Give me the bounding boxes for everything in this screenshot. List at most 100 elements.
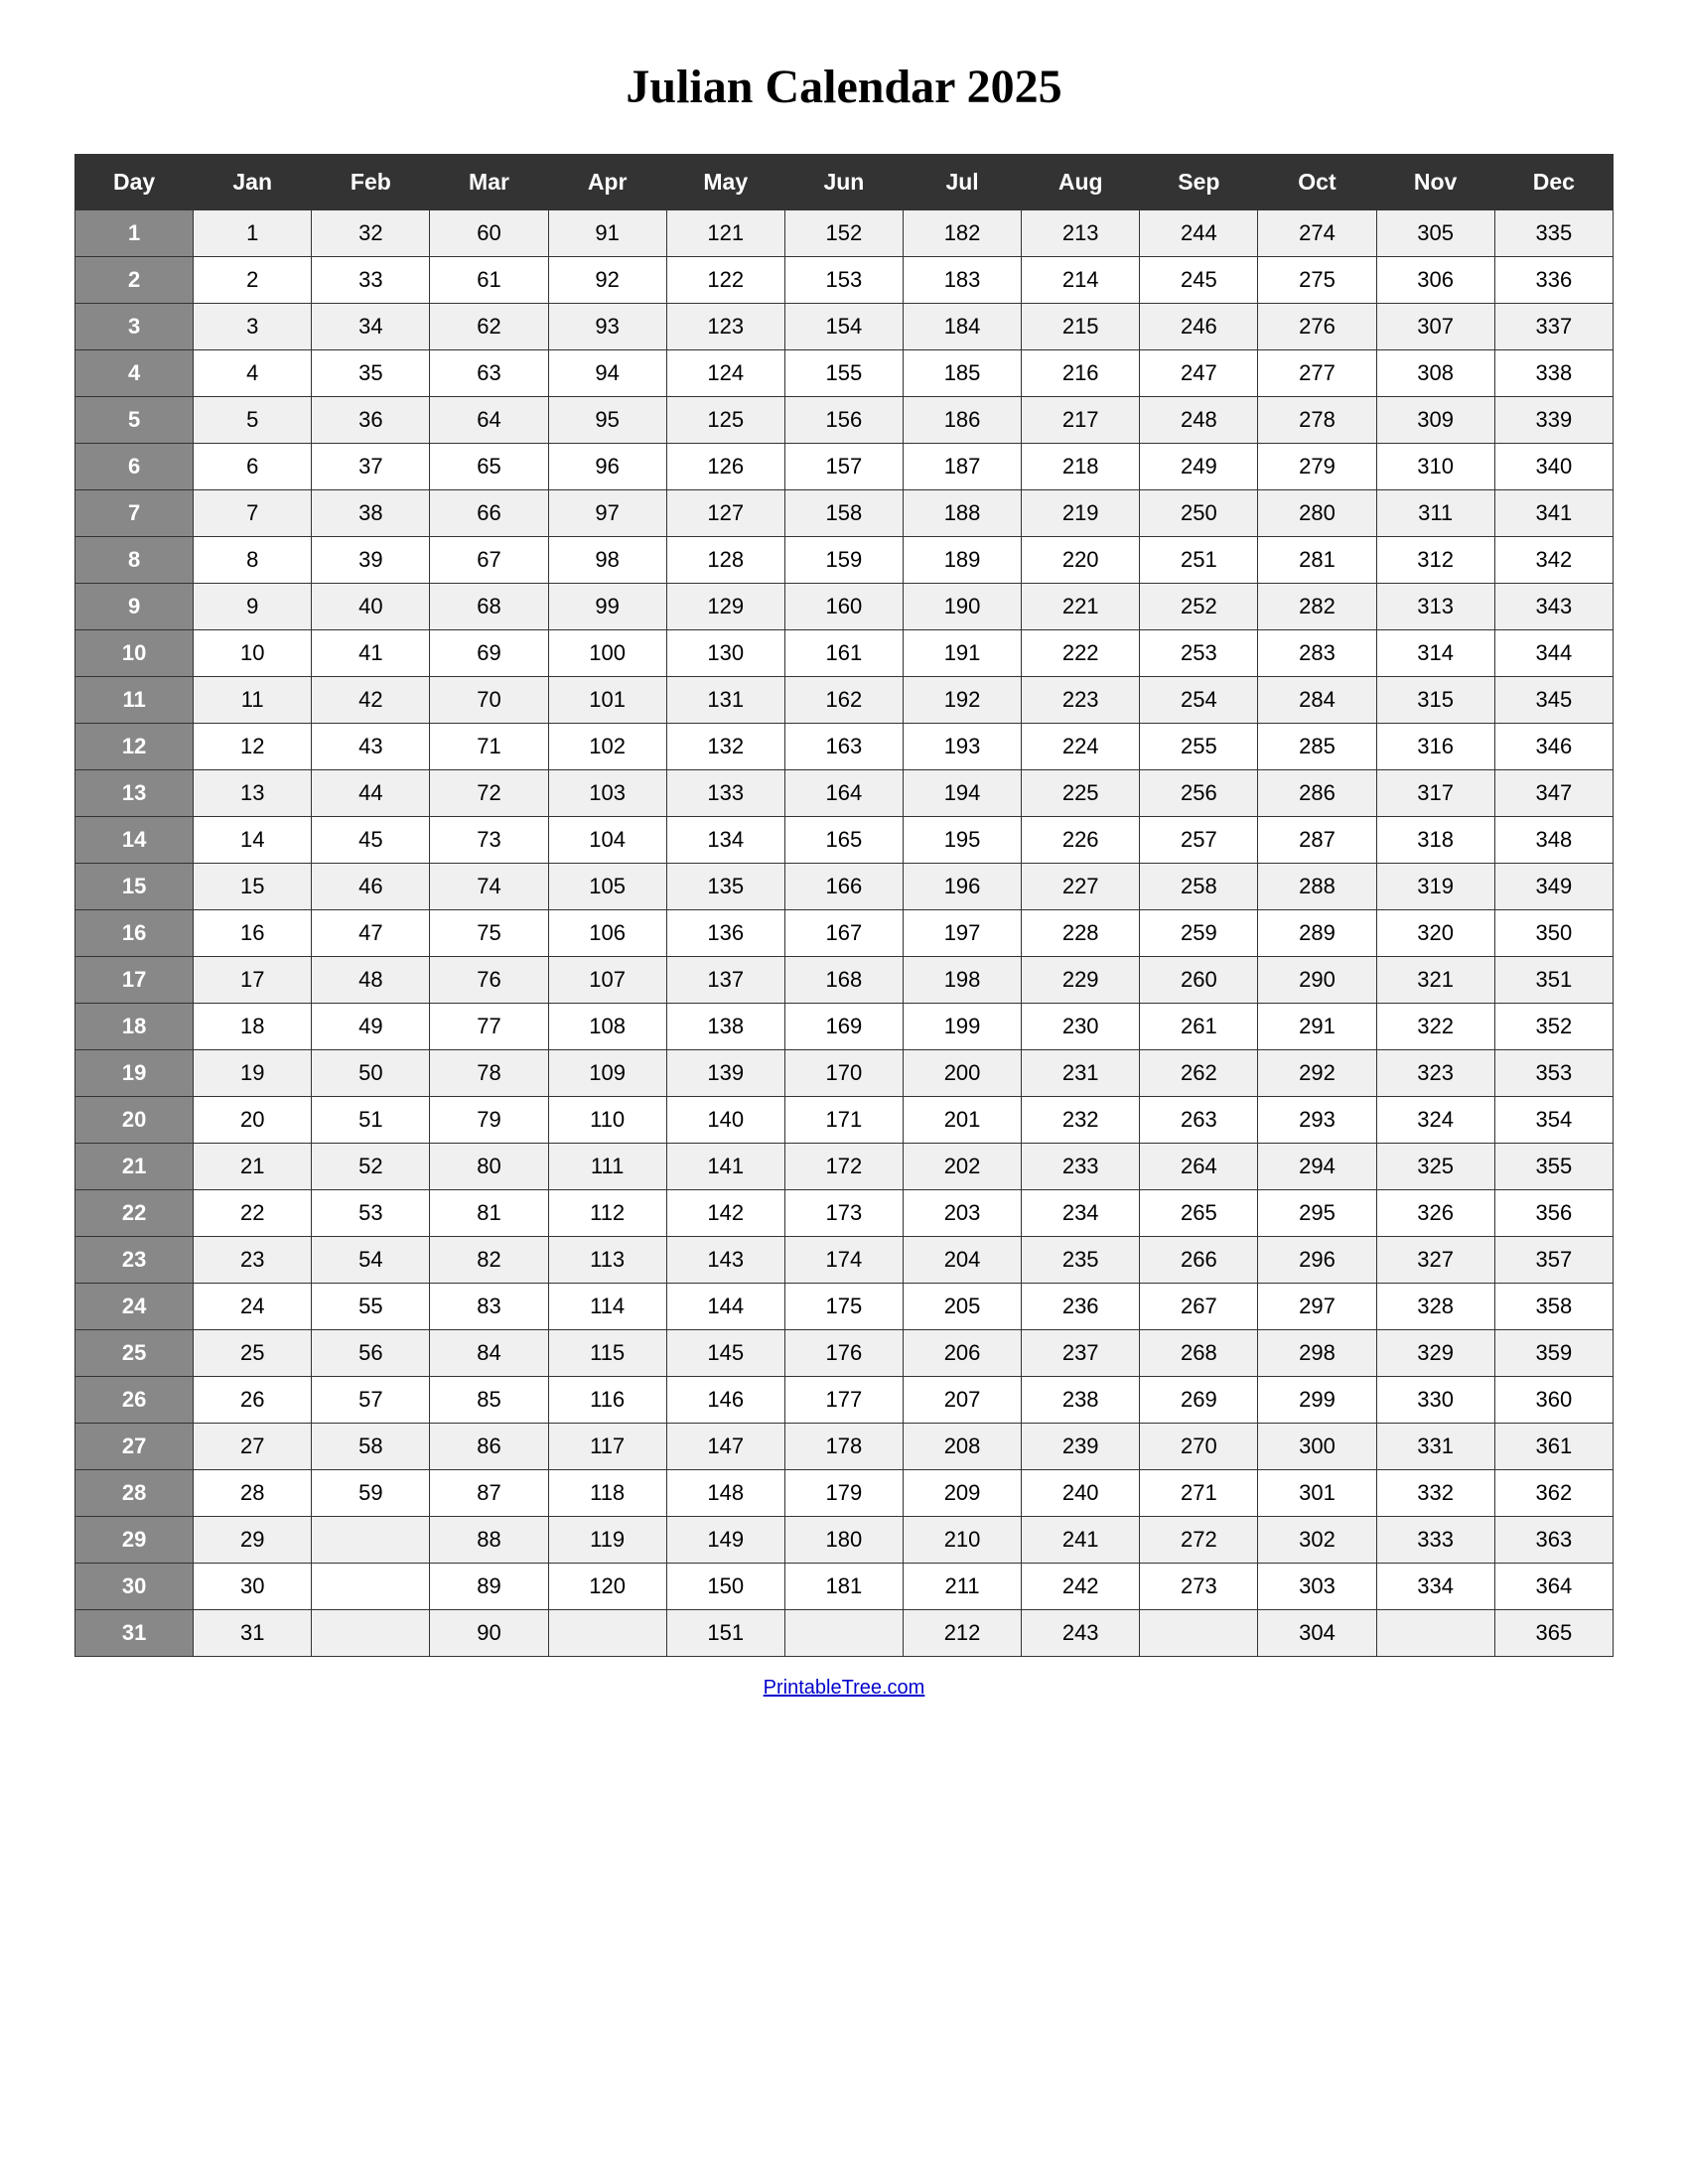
column-header-may: May [666,155,784,210]
julian-day-cell: 304 [1258,1610,1376,1657]
julian-day-cell: 177 [784,1377,903,1424]
julian-day-cell: 159 [784,537,903,584]
julian-day-cell: 262 [1140,1050,1258,1097]
julian-day-cell: 265 [1140,1190,1258,1237]
julian-day-cell: 301 [1258,1470,1376,1517]
julian-day-cell: 138 [666,1004,784,1050]
day-cell: 26 [75,1377,194,1424]
julian-day-cell: 135 [666,864,784,910]
julian-day-cell [1140,1610,1258,1657]
julian-day-cell: 74 [430,864,548,910]
julian-day-cell: 93 [548,304,666,350]
julian-day-cell: 70 [430,677,548,724]
julian-day-cell: 344 [1494,630,1613,677]
julian-day-cell: 288 [1258,864,1376,910]
julian-day-cell: 36 [312,397,430,444]
julian-day-cell: 2 [194,257,312,304]
julian-day-cell: 47 [312,910,430,957]
table-row: 292988119149180210241272302333363 [75,1517,1614,1564]
julian-day-cell: 173 [784,1190,903,1237]
julian-day-cell: 231 [1022,1050,1140,1097]
julian-day-cell: 237 [1022,1330,1140,1377]
julian-day-cell: 180 [784,1517,903,1564]
julian-day-cell: 328 [1376,1284,1494,1330]
column-header-jan: Jan [194,155,312,210]
julian-day-cell: 62 [430,304,548,350]
day-cell: 13 [75,770,194,817]
julian-day-cell: 106 [548,910,666,957]
table-row: 15154674105135166196227258288319349 [75,864,1614,910]
julian-day-cell: 46 [312,864,430,910]
julian-day-cell: 351 [1494,957,1613,1004]
julian-day-cell: 121 [666,210,784,257]
julian-day-cell: 267 [1140,1284,1258,1330]
julian-day-cell: 38 [312,490,430,537]
julian-day-cell: 178 [784,1424,903,1470]
julian-day-cell: 309 [1376,397,1494,444]
julian-day-cell: 85 [430,1377,548,1424]
julian-day-cell: 349 [1494,864,1613,910]
julian-day-cell: 311 [1376,490,1494,537]
julian-day-cell: 364 [1494,1564,1613,1610]
day-cell: 14 [75,817,194,864]
julian-day-cell: 33 [312,257,430,304]
julian-day-cell: 35 [312,350,430,397]
table-row: 66376596126157187218249279310340 [75,444,1614,490]
julian-day-cell: 289 [1258,910,1376,957]
julian-day-cell: 86 [430,1424,548,1470]
julian-day-cell: 207 [903,1377,1021,1424]
julian-day-cell: 238 [1022,1377,1140,1424]
julian-day-cell: 153 [784,257,903,304]
julian-day-cell: 188 [903,490,1021,537]
julian-day-cell: 114 [548,1284,666,1330]
julian-day-cell: 149 [666,1517,784,1564]
julian-day-cell: 100 [548,630,666,677]
day-cell: 15 [75,864,194,910]
julian-day-cell: 20 [194,1097,312,1144]
day-cell: 2 [75,257,194,304]
julian-day-cell: 123 [666,304,784,350]
footer-link[interactable]: PrintableTree.com [764,1677,925,1700]
julian-day-cell: 208 [903,1424,1021,1470]
julian-day-cell: 243 [1022,1610,1140,1657]
julian-day-cell: 346 [1494,724,1613,770]
column-header-sep: Sep [1140,155,1258,210]
julian-day-cell: 335 [1494,210,1613,257]
julian-day-cell: 230 [1022,1004,1140,1050]
day-cell: 21 [75,1144,194,1190]
julian-day-cell: 352 [1494,1004,1613,1050]
julian-day-cell: 17 [194,957,312,1004]
julian-day-cell: 157 [784,444,903,490]
julian-day-cell: 109 [548,1050,666,1097]
table-row: 12124371102132163193224255285316346 [75,724,1614,770]
julian-day-cell: 30 [194,1564,312,1610]
julian-day-cell: 246 [1140,304,1258,350]
julian-day-cell: 44 [312,770,430,817]
julian-calendar-table: DayJanFebMarAprMayJunJulAugSepOctNovDec … [74,154,1614,1657]
julian-day-cell: 200 [903,1050,1021,1097]
day-cell: 4 [75,350,194,397]
julian-day-cell: 66 [430,490,548,537]
julian-day-cell: 359 [1494,1330,1613,1377]
julian-day-cell: 203 [903,1190,1021,1237]
julian-day-cell: 90 [430,1610,548,1657]
julian-day-cell [548,1610,666,1657]
julian-day-cell: 281 [1258,537,1376,584]
table-row: 25255684115145176206237268298329359 [75,1330,1614,1377]
julian-day-cell: 126 [666,444,784,490]
julian-day-cell: 332 [1376,1470,1494,1517]
julian-day-cell: 299 [1258,1377,1376,1424]
day-cell: 11 [75,677,194,724]
julian-day-cell: 334 [1376,1564,1494,1610]
julian-day-cell: 217 [1022,397,1140,444]
julian-day-cell: 122 [666,257,784,304]
table-row: 99406899129160190221252282313343 [75,584,1614,630]
julian-day-cell: 7 [194,490,312,537]
julian-day-cell: 141 [666,1144,784,1190]
julian-day-cell: 358 [1494,1284,1613,1330]
julian-day-cell: 40 [312,584,430,630]
julian-day-cell: 240 [1022,1470,1140,1517]
julian-day-cell: 19 [194,1050,312,1097]
julian-day-cell: 130 [666,630,784,677]
table-row: 22225381112142173203234265295326356 [75,1190,1614,1237]
